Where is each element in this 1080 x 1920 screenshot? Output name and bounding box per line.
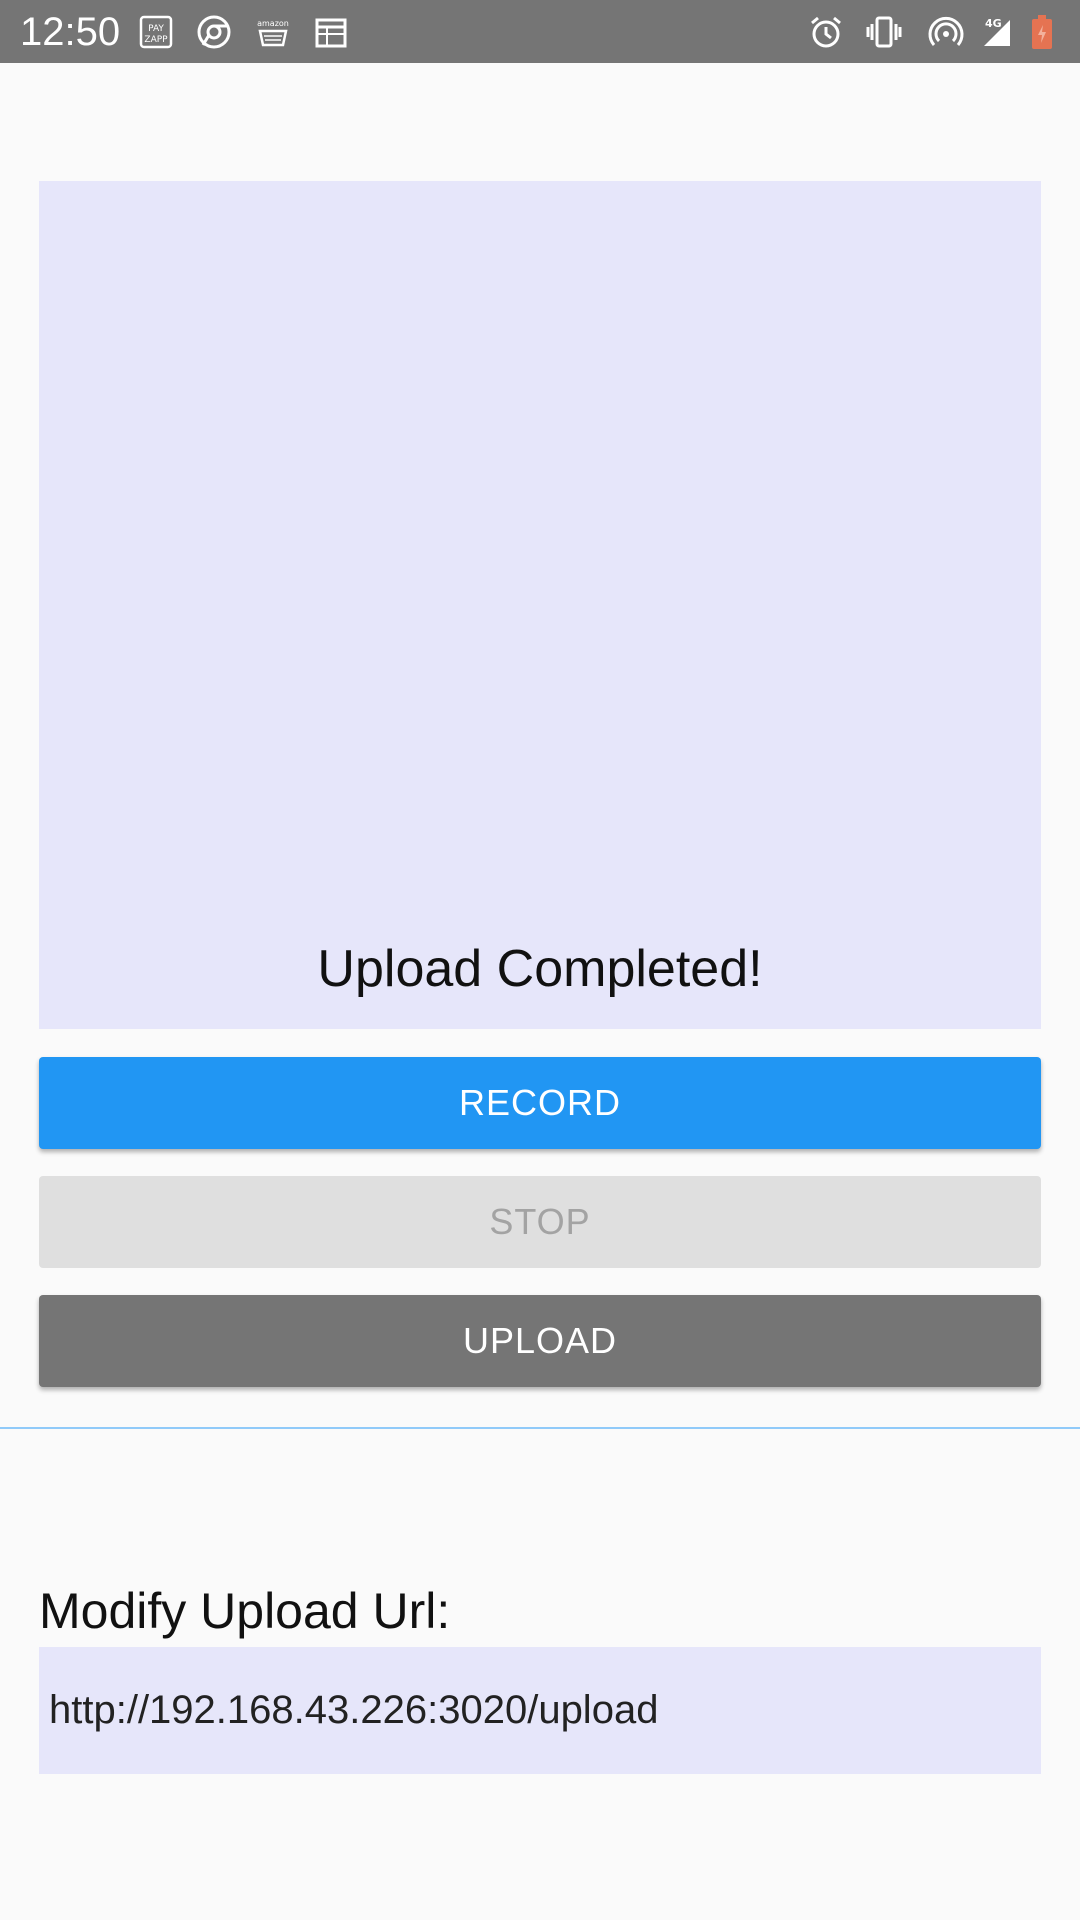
amazon-icon: amazon — [255, 14, 291, 50]
status-bar: 12:50 PAY ZAPP amazon 4G — [0, 0, 1080, 63]
divider — [0, 1427, 1080, 1429]
upload-button[interactable]: UPLOAD — [39, 1295, 1041, 1387]
svg-text:ZAPP: ZAPP — [144, 35, 168, 45]
vibrate-icon — [866, 14, 902, 50]
record-button[interactable]: RECORD — [39, 1057, 1041, 1149]
calendar-icon — [313, 14, 349, 50]
upload-status-message: Upload Completed! — [317, 940, 763, 998]
alarm-icon — [808, 14, 844, 50]
stop-button[interactable]: STOP — [39, 1176, 1041, 1268]
battery-icon — [1030, 14, 1054, 50]
preview-area: Upload Completed! — [39, 181, 1041, 1029]
chrome-icon — [196, 14, 232, 50]
svg-text:amazon: amazon — [257, 19, 289, 28]
svg-text:PAY: PAY — [148, 24, 164, 34]
svg-text:4G: 4G — [985, 17, 1002, 30]
upload-url-input[interactable] — [39, 1647, 1041, 1774]
hotspot-icon — [928, 14, 964, 50]
payzapp-icon: PAY ZAPP — [138, 14, 174, 50]
status-time: 12:50 — [20, 10, 121, 54]
signal-4g-icon: 4G — [978, 14, 1014, 50]
upload-url-label: Modify Upload Url: — [39, 1583, 451, 1639]
